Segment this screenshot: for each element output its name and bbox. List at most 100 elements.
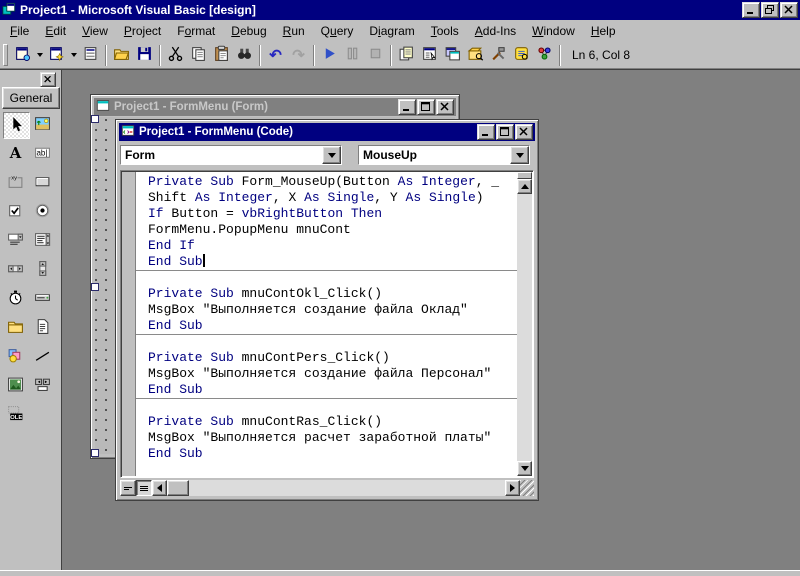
scroll-right-button[interactable] xyxy=(505,480,520,496)
form-selection-handle-middle[interactable] xyxy=(91,283,99,291)
menu-help[interactable]: Help xyxy=(583,21,624,41)
object-dropdown[interactable]: Form xyxy=(120,145,342,165)
properties-window-button[interactable] xyxy=(418,44,441,67)
code-line[interactable]: MsgBox "Выполняется создание файла Оклад… xyxy=(148,302,517,318)
scroll-up-button[interactable] xyxy=(517,179,532,194)
undo-button[interactable]: ↶ xyxy=(264,44,287,67)
object-dropdown-button[interactable] xyxy=(322,146,341,164)
object-browser-button[interactable] xyxy=(464,44,487,67)
menu-tools[interactable]: Tools xyxy=(423,21,467,41)
tool-commandbutton[interactable] xyxy=(30,170,55,195)
scroll-left-button[interactable] xyxy=(152,480,167,496)
procedure-view-button[interactable] xyxy=(120,480,136,496)
tool-drivelistbox[interactable] xyxy=(30,286,55,311)
code-line[interactable]: End Sub xyxy=(148,382,517,398)
copy-button[interactable] xyxy=(187,44,210,67)
tool-timer[interactable] xyxy=(3,286,28,311)
menu-diagram[interactable]: Diagram xyxy=(361,21,422,41)
tool-filelistbox[interactable] xyxy=(30,315,55,340)
event-dropdown-button[interactable] xyxy=(510,146,529,164)
tool-optionbutton[interactable] xyxy=(30,199,55,224)
cut-button[interactable] xyxy=(164,44,187,67)
margin-indicator-bar[interactable] xyxy=(122,172,136,476)
code-line[interactable]: End Sub xyxy=(148,318,517,334)
menu-format[interactable]: Format xyxy=(169,21,223,41)
menu-editor-button[interactable] xyxy=(79,44,102,67)
code-line[interactable]: End Sub xyxy=(148,254,517,270)
form-window-title-bar[interactable]: Project1 - FormMenu (Form) xyxy=(94,98,456,116)
restore-button[interactable] xyxy=(761,2,779,18)
tool-combobox[interactable] xyxy=(3,228,28,253)
tool-image[interactable] xyxy=(3,373,28,398)
menu-addins[interactable]: Add-Ins xyxy=(467,21,524,41)
tool-shape[interactable] xyxy=(3,344,28,369)
scroll-down-button[interactable] xyxy=(517,461,532,476)
toolbox-tab-general[interactable]: General xyxy=(2,87,60,109)
code-line[interactable]: MsgBox "Выполняется создание файла Персо… xyxy=(148,366,517,382)
resize-grip[interactable] xyxy=(520,480,534,496)
data-view-button[interactable] xyxy=(510,44,533,67)
code-maximize-button[interactable] xyxy=(496,124,514,140)
code-line[interactable]: Private Sub mnuContPers_Click() xyxy=(148,350,517,366)
code-line[interactable]: End If xyxy=(148,238,517,254)
menu-project[interactable]: Project xyxy=(116,21,169,41)
tool-dirlistbox[interactable] xyxy=(3,315,28,340)
code-line[interactable]: Private Sub mnuContOkl_Click() xyxy=(148,286,517,302)
horizontal-scroll-track[interactable] xyxy=(189,480,505,496)
add-form-dropdown-button[interactable] xyxy=(68,44,79,67)
paste-button[interactable] xyxy=(210,44,233,67)
menu-file[interactable]: File xyxy=(2,21,37,41)
project-explorer-button[interactable] xyxy=(395,44,418,67)
code-line[interactable]: End Sub xyxy=(148,446,517,462)
tool-label[interactable]: A xyxy=(3,141,28,166)
form-selection-handle-top[interactable] xyxy=(91,115,99,123)
tool-vscrollbar[interactable] xyxy=(30,257,55,282)
tool-checkbox[interactable] xyxy=(3,199,28,224)
tool-ole[interactable]: OLE xyxy=(3,402,28,427)
main-title-bar[interactable]: Project1 - Microsoft Visual Basic [desig… xyxy=(0,0,800,20)
end-button[interactable] xyxy=(364,44,387,67)
code-line[interactable]: FormMenu.PopupMenu mnuCont xyxy=(148,222,517,238)
component-manager-button[interactable] xyxy=(533,44,556,67)
horizontal-scroll-thumb[interactable] xyxy=(167,480,189,496)
code-line[interactable]: MsgBox "Выполняется расчет заработной пл… xyxy=(148,430,517,446)
code-text-area[interactable]: Private Sub Form_MouseUp(Button As Integ… xyxy=(136,172,517,476)
tool-frame[interactable]: xy xyxy=(3,170,28,195)
new-project-button[interactable] xyxy=(11,44,34,67)
form-layout-button[interactable] xyxy=(441,44,464,67)
save-project-button[interactable] xyxy=(133,44,156,67)
add-form-button[interactable] xyxy=(45,44,68,67)
form-minimize-button[interactable] xyxy=(398,99,416,115)
menu-query[interactable]: Query xyxy=(313,21,362,41)
tool-picturebox[interactable] xyxy=(30,112,55,137)
redo-button[interactable]: ↷ xyxy=(287,44,310,67)
tool-textbox[interactable]: ab| xyxy=(30,141,55,166)
menu-debug[interactable]: Debug xyxy=(223,21,274,41)
new-project-dropdown-button[interactable] xyxy=(34,44,45,67)
code-line[interactable]: Private Sub Form_MouseUp(Button As Integ… xyxy=(148,174,517,190)
code-line[interactable]: If Button = vbRightButton Then xyxy=(148,206,517,222)
form-close-button[interactable] xyxy=(436,99,454,115)
minimize-button[interactable] xyxy=(742,2,760,18)
form-maximize-button[interactable] xyxy=(417,99,435,115)
toolbox-close-button[interactable] xyxy=(40,72,56,87)
code-close-button[interactable] xyxy=(515,124,533,140)
full-module-view-button[interactable] xyxy=(136,480,152,496)
vertical-scrollbar[interactable] xyxy=(517,172,532,476)
code-minimize-button[interactable] xyxy=(477,124,495,140)
menu-window[interactable]: Window xyxy=(524,21,583,41)
menu-edit[interactable]: Edit xyxy=(37,21,74,41)
open-project-button[interactable] xyxy=(110,44,133,67)
splitter-handle[interactable] xyxy=(517,172,532,179)
toolbox-button[interactable] xyxy=(487,44,510,67)
close-button[interactable] xyxy=(780,2,798,18)
start-button[interactable] xyxy=(318,44,341,67)
find-button[interactable] xyxy=(233,44,256,67)
tool-pointer[interactable] xyxy=(3,112,30,139)
code-window-title-bar[interactable]: Project1 - FormMenu (Code) xyxy=(119,123,535,141)
tool-data[interactable] xyxy=(30,373,55,398)
code-window[interactable]: Project1 - FormMenu (Code) Form MouseUp xyxy=(115,119,539,501)
tool-line[interactable] xyxy=(30,344,55,369)
menu-view[interactable]: View xyxy=(74,21,116,41)
form-selection-handle-bottom[interactable] xyxy=(91,449,99,457)
